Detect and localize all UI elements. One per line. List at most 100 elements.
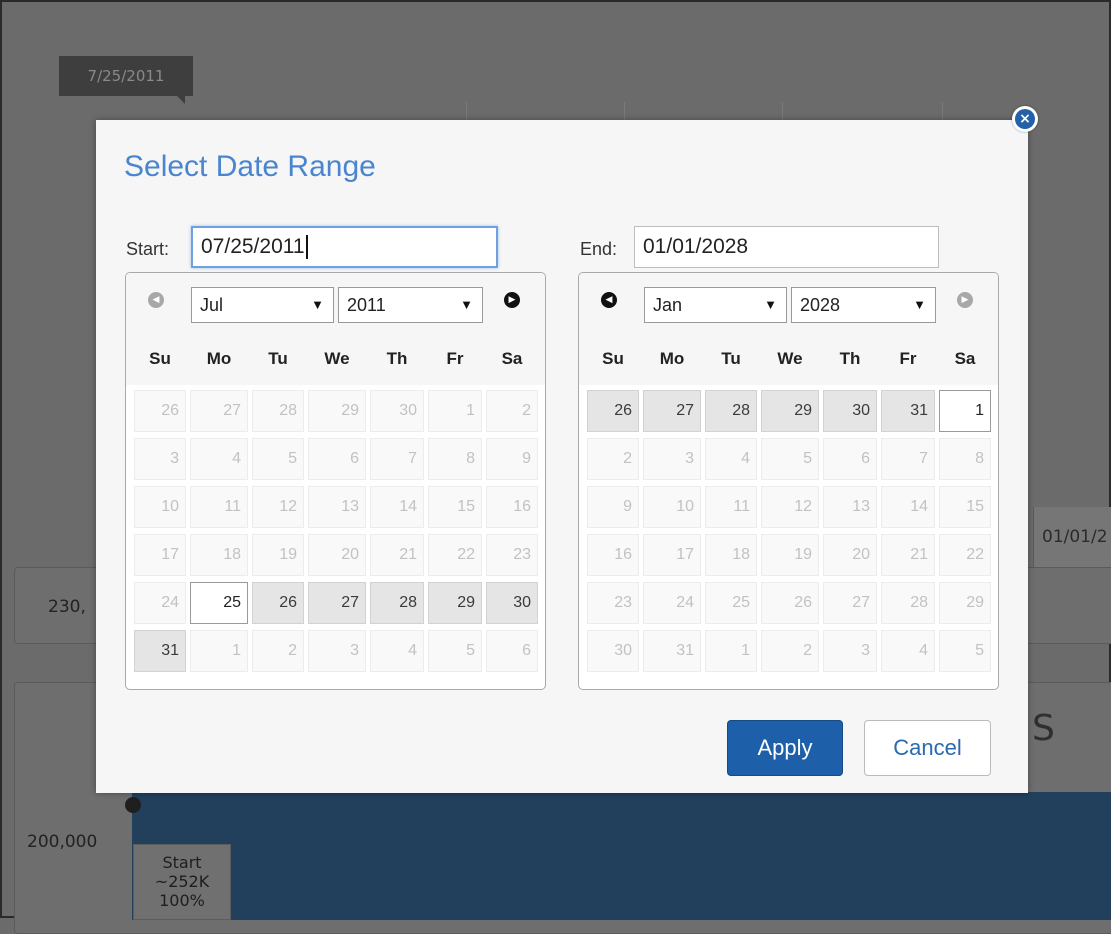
day-cell: 28	[252, 390, 304, 432]
day-cell: 21	[370, 534, 424, 576]
day-cell[interactable]: 29	[428, 582, 482, 624]
start-card-title: Start	[162, 853, 202, 872]
start-month-select[interactable]: Jul ▼	[191, 287, 334, 323]
start-calendar-header: ◀ Jul ▼ 2011 ▼ ▶ Su Mo Tu We Th Fr Sa	[126, 273, 545, 385]
end-month-select[interactable]: Jan ▼	[644, 287, 787, 323]
day-cell: 3	[823, 630, 877, 672]
day-cell: 12	[252, 486, 304, 528]
day-cell: 1	[705, 630, 757, 672]
day-cell[interactable]: 30	[823, 390, 877, 432]
day-cell: 4	[370, 630, 424, 672]
weekday-header: Tu	[721, 349, 741, 368]
start-date-value: 07/25/2011	[201, 235, 305, 258]
end-year-select[interactable]: 2028 ▼	[791, 287, 936, 323]
day-cell: 13	[308, 486, 366, 528]
selected-day-cell[interactable]: 25	[190, 582, 248, 624]
day-cell: 6	[308, 438, 366, 480]
day-cell[interactable]: 27	[308, 582, 366, 624]
next-month-icon[interactable]: ▶	[504, 292, 520, 308]
day-cell: 3	[308, 630, 366, 672]
day-cell: 17	[134, 534, 186, 576]
day-cell: 26	[134, 390, 186, 432]
day-cell: 15	[939, 486, 991, 528]
dropdown-arrow-icon: ▼	[311, 297, 324, 312]
day-cell: 11	[190, 486, 248, 528]
next-month-icon[interactable]: ▶	[957, 292, 973, 308]
day-cell: 5	[428, 630, 482, 672]
apply-button[interactable]: Apply	[727, 720, 843, 776]
weekday-header: Sa	[954, 349, 976, 368]
day-cell: 27	[823, 582, 877, 624]
day-cell: 13	[823, 486, 877, 528]
day-cell[interactable]: 28	[705, 390, 757, 432]
start-label: Start:	[126, 239, 170, 259]
start-year-value: 2011	[347, 295, 386, 315]
weekday-header: We	[324, 349, 350, 368]
end-calendar: ◀ Jan ▼ 2028 ▼ ▶ Su Mo Tu We Th Fr Sa 26 27 28 29 30…	[578, 272, 999, 690]
day-cell[interactable]: 27	[643, 390, 701, 432]
date-marker-flag: 7/25/2011	[59, 56, 193, 104]
day-cell: 19	[761, 534, 819, 576]
close-dialog-button[interactable]: ×	[1012, 106, 1038, 132]
day-cell: 1	[190, 630, 248, 672]
prev-month-icon[interactable]: ◀	[601, 292, 617, 308]
day-cell[interactable]: 26	[252, 582, 304, 624]
weekday-header: Su	[149, 349, 171, 368]
day-cell[interactable]: 31	[134, 630, 186, 672]
dropdown-arrow-icon: ▼	[913, 297, 926, 312]
day-cell: 18	[705, 534, 757, 576]
selected-day-cell[interactable]: 1	[939, 390, 991, 432]
date-range-dialog: Select Date Range Start: 07/25/2011 End:…	[96, 120, 1028, 793]
start-date-input[interactable]: 07/25/2011	[191, 226, 498, 268]
day-cell: 31	[643, 630, 701, 672]
day-cell: 22	[939, 534, 991, 576]
weekday-header: Sa	[501, 349, 523, 368]
start-summary-card: Start ~252K 100%	[133, 844, 231, 920]
day-cell[interactable]: 31	[881, 390, 935, 432]
start-calendar: ◀ Jul ▼ 2011 ▼ ▶ Su Mo Tu We Th Fr Sa 26 27 28 29 30…	[125, 272, 546, 690]
day-cell: 4	[190, 438, 248, 480]
end-calendar-header: ◀ Jan ▼ 2028 ▼ ▶ Su Mo Tu We Th Fr Sa	[579, 273, 998, 385]
weekday-header: Th	[839, 349, 861, 368]
day-cell: 9	[587, 486, 639, 528]
day-cell: 27	[190, 390, 248, 432]
day-cell: 8	[428, 438, 482, 480]
day-cell: 24	[643, 582, 701, 624]
chart-point-marker	[125, 797, 141, 813]
start-year-select[interactable]: 2011 ▼	[338, 287, 483, 323]
prev-month-icon[interactable]: ◀	[148, 292, 164, 308]
day-cell: 2	[761, 630, 819, 672]
day-cell: 17	[643, 534, 701, 576]
dialog-title: Select Date Range	[124, 150, 376, 183]
day-cell[interactable]: 30	[486, 582, 538, 624]
dropdown-arrow-icon: ▼	[460, 297, 473, 312]
cancel-button[interactable]: Cancel	[864, 720, 991, 776]
day-cell: 3	[643, 438, 701, 480]
day-cell: 29	[308, 390, 366, 432]
weekday-header: We	[777, 349, 803, 368]
start-month-value: Jul	[200, 295, 224, 315]
weekday-header: Fr	[899, 349, 917, 368]
axis-value-label: 230,	[48, 597, 86, 617]
end-weekday-row: Su Mo Tu We Th Fr Sa	[579, 339, 998, 379]
day-cell: 11	[705, 486, 757, 528]
day-cell: 9	[486, 438, 538, 480]
day-cell: 23	[587, 582, 639, 624]
day-cell: 23	[486, 534, 538, 576]
day-cell: 20	[308, 534, 366, 576]
day-cell[interactable]: 26	[587, 390, 639, 432]
end-date-value: 01/01/2028	[643, 235, 749, 258]
weekday-header: Fr	[446, 349, 464, 368]
day-cell[interactable]: 28	[370, 582, 424, 624]
day-cell[interactable]: 29	[761, 390, 819, 432]
day-cell: 8	[939, 438, 991, 480]
day-cell: 5	[761, 438, 819, 480]
end-date-input[interactable]: 01/01/2028	[634, 226, 939, 268]
day-cell: 14	[881, 486, 935, 528]
day-cell: 10	[643, 486, 701, 528]
day-cell: 28	[881, 582, 935, 624]
day-cell: 5	[252, 438, 304, 480]
day-cell: 26	[761, 582, 819, 624]
end-year-value: 2028	[800, 295, 841, 315]
day-cell: 5	[939, 630, 991, 672]
